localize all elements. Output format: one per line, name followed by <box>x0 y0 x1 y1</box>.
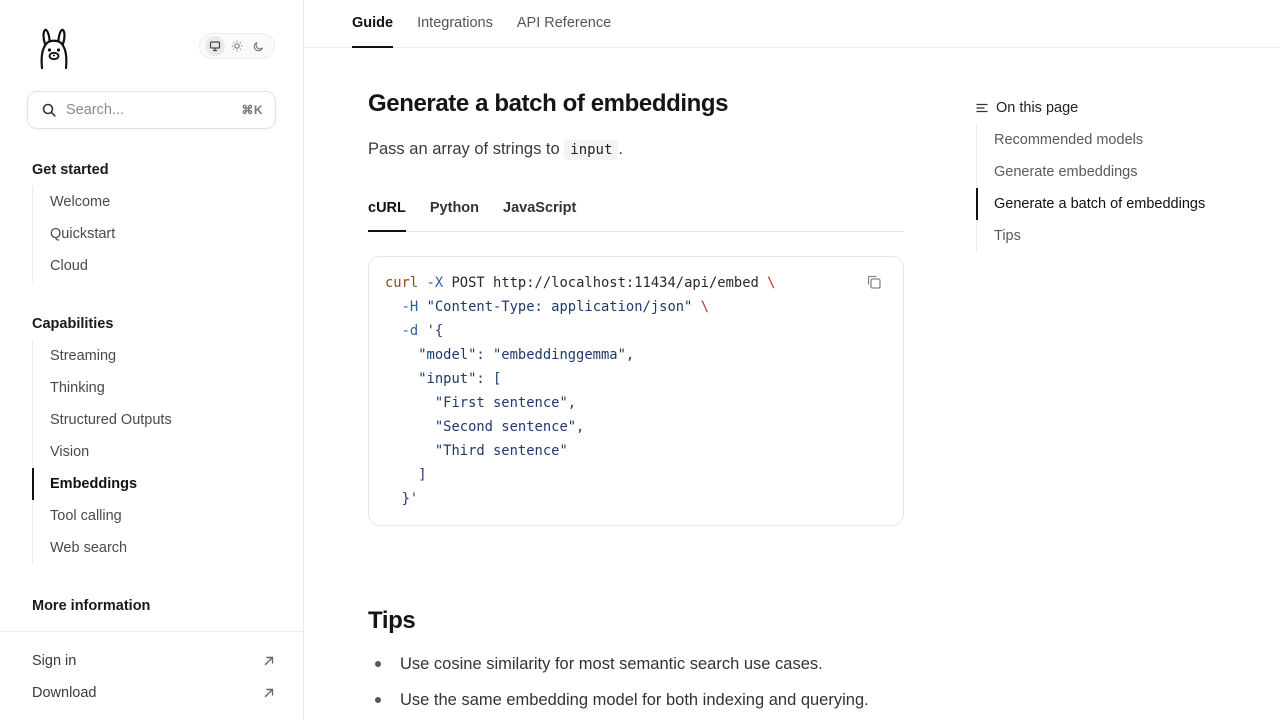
sidebar-item-web-search[interactable]: Web search <box>33 532 282 564</box>
search-placeholder: Search... <box>66 102 125 118</box>
sidebar-item-tool-calling[interactable]: Tool calling <box>33 500 282 532</box>
sidebar-item-cloud[interactable]: Cloud <box>33 250 282 282</box>
sidebar-footer: Sign in Download <box>0 631 303 720</box>
code-escape: \ <box>700 299 709 315</box>
sign-in-label: Sign in <box>32 653 77 669</box>
toc-heading: On this page <box>976 96 1236 120</box>
code-escape: \ <box>767 275 776 291</box>
tab-api-reference[interactable]: API Reference <box>517 0 611 48</box>
light-theme-button[interactable] <box>227 36 247 56</box>
code-string: ] <box>418 467 427 483</box>
sidebar-item-structured-outputs[interactable]: Structured Outputs <box>33 404 282 436</box>
code-flag: -d <box>401 323 419 339</box>
code-text: POST http://localhost:11434/api/embed <box>451 275 759 291</box>
external-arrow-icon <box>264 688 274 698</box>
code-language-tabs: cURL Python JavaScript <box>368 186 904 232</box>
section-title: Generate a batch of embeddings <box>368 90 729 117</box>
code-string: '{ <box>426 323 444 339</box>
code-string: "model": "embeddinggemma", <box>418 347 635 363</box>
code-string: "input": [ <box>418 371 502 387</box>
tips-list: Use cosine similarity for most semantic … <box>368 652 928 720</box>
lede-text: Pass an array of strings to <box>368 140 560 158</box>
search-icon <box>42 103 56 117</box>
code-flag: -H <box>401 299 419 315</box>
toc-item-tips[interactable]: Tips <box>977 220 1236 252</box>
theme-toggle <box>199 33 275 59</box>
search-shortcut: ⌘K <box>241 103 263 117</box>
sidebar: Search... ⌘K Get started Welcome Quickst… <box>0 0 304 720</box>
sidebar-item-welcome[interactable]: Welcome <box>33 186 282 218</box>
inline-code: input <box>564 140 619 160</box>
system-theme-button[interactable] <box>205 36 225 56</box>
toc-item-generate-embeddings[interactable]: Generate embeddings <box>977 156 1236 188</box>
sidebar-item-vision[interactable]: Vision <box>33 436 282 468</box>
tab-python[interactable]: Python <box>430 186 479 231</box>
monitor-icon <box>209 41 221 52</box>
tab-curl[interactable]: cURL <box>368 186 406 232</box>
list-item: Use cosine similarity for most semantic … <box>368 652 928 688</box>
code-command: curl <box>385 275 419 291</box>
copy-icon[interactable] <box>865 273 883 291</box>
code-block[interactable]: curl -X POST http://localhost:11434/api/… <box>368 256 904 526</box>
top-nav: Guide Integrations API Reference <box>304 0 1280 48</box>
sidebar-nav: Get started Welcome Quickstart Cloud Cap… <box>32 154 282 622</box>
list-item: Use the same embedding model for both in… <box>368 688 928 720</box>
moon-icon <box>253 41 264 52</box>
lede-suffix: . <box>618 140 624 158</box>
download-link[interactable]: Download <box>0 677 303 709</box>
sidebar-item-embeddings[interactable]: Embeddings <box>32 468 282 500</box>
sidebar-item-streaming[interactable]: Streaming <box>33 340 282 372</box>
llama-logo-icon[interactable] <box>36 28 72 72</box>
list-icon <box>976 103 988 113</box>
toc-item-recommended-models[interactable]: Recommended models <box>977 124 1236 156</box>
toc-list: Recommended models Generate embeddings G… <box>976 124 1236 252</box>
nav-group-title: Get started <box>32 162 109 178</box>
dark-theme-button[interactable] <box>249 36 269 56</box>
sign-in-link[interactable]: Sign in <box>0 645 303 677</box>
nav-group-capabilities: Streaming Thinking Structured Outputs Vi… <box>32 340 282 564</box>
search-box[interactable]: Search... ⌘K <box>27 91 276 129</box>
code-flag: -X <box>426 275 444 291</box>
code-string: "Third sentence" <box>434 443 568 459</box>
toc-item-generate-batch[interactable]: Generate a batch of embeddings <box>976 188 1236 220</box>
nav-group-title: More information <box>32 598 151 614</box>
sidebar-item-thinking[interactable]: Thinking <box>33 372 282 404</box>
sun-icon <box>231 40 243 52</box>
code-string: "Second sentence", <box>434 419 585 435</box>
tab-javascript[interactable]: JavaScript <box>503 186 576 231</box>
code-string: "First sentence", <box>434 395 577 411</box>
nav-group-get-started: Welcome Quickstart Cloud <box>32 186 282 282</box>
code-content: curl -X POST http://localhost:11434/api/… <box>385 271 887 511</box>
download-label: Download <box>32 685 97 701</box>
sidebar-item-quickstart[interactable]: Quickstart <box>33 218 282 250</box>
tab-guide[interactable]: Guide <box>352 0 394 48</box>
tab-integrations[interactable]: Integrations <box>417 0 493 48</box>
toc-heading-label: On this page <box>996 100 1079 116</box>
section-description: Pass an array of strings to input. <box>368 140 624 160</box>
table-of-contents: On this page Recommended models Generate… <box>976 96 1236 252</box>
code-string: "Content-Type: application/json" <box>426 299 693 315</box>
external-arrow-icon <box>264 656 274 666</box>
tips-heading: Tips <box>368 607 416 634</box>
nav-group-title: Capabilities <box>32 316 114 332</box>
code-string: }' <box>401 491 419 507</box>
